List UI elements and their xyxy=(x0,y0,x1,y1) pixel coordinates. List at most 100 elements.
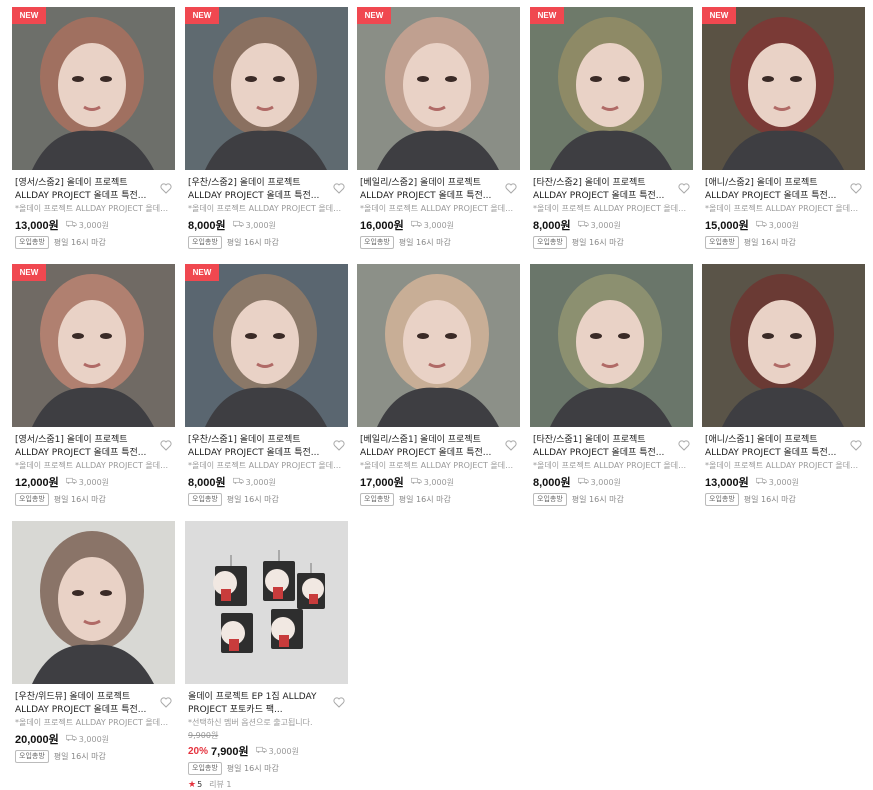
product-info: [애니/스줌2] 올데이 프로젝트 ALLDAY PROJECT 올데프 특전.… xyxy=(702,170,865,249)
truck-icon xyxy=(255,746,269,756)
truck-icon xyxy=(232,220,246,230)
product-description: *올데이 프로젝트 ALLDAY PROJECT 올데프 특전 xyxy=(360,204,518,213)
product-card[interactable]: [우찬/위드뮤] 올데이 프로젝트 ALLDAY PROJECT 올데프 특전.… xyxy=(12,521,175,763)
heart-outline-icon[interactable] xyxy=(678,179,690,194)
heart-outline-icon[interactable] xyxy=(850,179,862,194)
tag-row: 오입총방 평일 16시 마감 xyxy=(705,493,865,506)
product-title[interactable]: [우찬/스줌1] 올데이 프로젝트 ALLDAY PROJECT 올데프 특전.… xyxy=(188,434,348,460)
product-card[interactable]: [타잔/스줌1] 올데이 프로젝트 ALLDAY PROJECT 올데프 특전.… xyxy=(530,264,693,506)
price-row: 8,000원 3,000원 xyxy=(533,217,693,233)
truck-icon xyxy=(577,477,591,487)
discount-rate: 20% xyxy=(188,745,209,757)
product-thumbnail[interactable]: NEW xyxy=(702,7,865,170)
heart-outline-icon[interactable] xyxy=(505,179,517,194)
product-title[interactable]: [애니/스줌2] 올데이 프로젝트 ALLDAY PROJECT 올데프 특전.… xyxy=(705,177,865,203)
product-card[interactable]: [베일리/스줌1] 올데이 프로젝트 ALLDAY PROJECT 올데프 특전… xyxy=(357,264,520,506)
product-thumbnail[interactable] xyxy=(357,264,520,427)
product-card[interactable]: NEW [베일리/스줌2] 올데이 프로젝트 ALLDAY PROJECT 올데프… xyxy=(357,7,520,249)
product-price: 7,900원 xyxy=(211,746,249,758)
shipping-deadline: 평일 16시 마감 xyxy=(53,752,106,761)
product-title[interactable]: [우찬/스줌2] 올데이 프로젝트 ALLDAY PROJECT 올데프 특전.… xyxy=(188,177,348,203)
shipping-fee: 3,000원 xyxy=(577,220,621,231)
product-card[interactable]: NEW [영서/스줌2] 올데이 프로젝트 ALLDAY PROJECT 올데프 … xyxy=(12,7,175,249)
price-row: 17,000원 3,000원 xyxy=(360,474,520,490)
shipping-fee: 3,000원 xyxy=(232,477,276,488)
product-price: 16,000원 xyxy=(360,220,404,232)
product-card[interactable]: NEW [우찬/스줌1] 올데이 프로젝트 ALLDAY PROJECT 올데프 … xyxy=(185,264,348,506)
delivery-tag: 오입총방 xyxy=(188,762,222,775)
delivery-tag: 오입총방 xyxy=(188,236,222,249)
heart-outline-icon[interactable] xyxy=(333,436,345,451)
product-price: 20,000원 xyxy=(15,734,59,746)
product-thumbnail[interactable]: NEW xyxy=(12,7,175,170)
product-title[interactable]: [영서/스줌2] 올데이 프로젝트 ALLDAY PROJECT 올데프 특전.… xyxy=(15,177,175,203)
product-image xyxy=(357,7,520,170)
product-title[interactable]: [타잔/스줌1] 올데이 프로젝트 ALLDAY PROJECT 올데프 특전.… xyxy=(533,434,693,460)
delivery-tag: 오입총방 xyxy=(360,236,394,249)
shipping-fee: 3,000원 xyxy=(255,746,299,757)
product-thumbnail[interactable]: NEW xyxy=(357,7,520,170)
product-card[interactable]: NEW [애니/스줌2] 올데이 프로젝트 ALLDAY PROJECT 올데프 … xyxy=(702,7,865,249)
product-card[interactable]: NEW [타잔/스줌2] 올데이 프로젝트 ALLDAY PROJECT 올데프 … xyxy=(530,7,693,249)
heart-outline-icon[interactable] xyxy=(160,693,172,708)
review-count[interactable]: 리뷰 1 xyxy=(209,779,231,790)
product-title[interactable]: [베일리/스줌2] 올데이 프로젝트 ALLDAY PROJECT 올데프 특전… xyxy=(360,177,520,203)
heart-outline-icon[interactable] xyxy=(333,179,345,194)
product-title[interactable]: 올데이 프로젝트 EP 1집 ALLDAY PROJECT 포토카드 팩... xyxy=(188,691,348,717)
product-thumbnail[interactable]: NEW xyxy=(12,264,175,427)
shipping-fee-value: 3,000원 xyxy=(78,220,110,230)
shipping-fee: 3,000원 xyxy=(577,477,621,488)
tag-row: 오입총방 평일 16시 마감 xyxy=(188,236,348,249)
product-price: 13,000원 xyxy=(15,220,59,232)
product-card[interactable]: [애니/스줌1] 올데이 프로젝트 ALLDAY PROJECT 올데프 특전.… xyxy=(702,264,865,506)
product-thumbnail[interactable] xyxy=(702,264,865,427)
product-title[interactable]: [베일리/스줌1] 올데이 프로젝트 ALLDAY PROJECT 올데프 특전… xyxy=(360,434,520,460)
product-title[interactable]: [영서/스줌1] 올데이 프로젝트 ALLDAY PROJECT 올데프 특전.… xyxy=(15,434,175,460)
product-thumbnail[interactable]: NEW xyxy=(185,264,348,427)
heart-outline-icon[interactable] xyxy=(333,693,345,708)
product-thumbnail[interactable]: NEW xyxy=(185,7,348,170)
product-thumbnail[interactable] xyxy=(185,521,348,684)
product-info: [우찬/위드뮤] 올데이 프로젝트 ALLDAY PROJECT 올데프 특전.… xyxy=(12,684,175,763)
product-info: [우찬/스줌1] 올데이 프로젝트 ALLDAY PROJECT 올데프 특전.… xyxy=(185,427,348,506)
heart-outline-icon[interactable] xyxy=(505,436,517,451)
product-price: 8,000원 xyxy=(188,477,226,489)
heart-outline-icon[interactable] xyxy=(678,436,690,451)
tag-row: 오입총방 평일 16시 마감 xyxy=(705,236,865,249)
product-description: *올데이 프로젝트 ALLDAY PROJECT 올데프 특전 xyxy=(533,204,691,213)
delivery-tag: 오입총방 xyxy=(533,236,567,249)
tag-row: 오입총방 평일 16시 마감 xyxy=(188,493,348,506)
product-card[interactable]: NEW [우찬/스줌2] 올데이 프로젝트 ALLDAY PROJECT 올데프 … xyxy=(185,7,348,249)
shipping-fee-value: 3,000원 xyxy=(423,477,455,487)
tag-row: 오입총방 평일 16시 마감 xyxy=(15,493,175,506)
truck-icon xyxy=(65,734,79,744)
product-thumbnail[interactable] xyxy=(530,264,693,427)
price-row: 13,000원 3,000원 xyxy=(705,474,865,490)
shipping-deadline: 평일 16시 마감 xyxy=(53,495,106,504)
heart-outline-icon[interactable] xyxy=(160,179,172,194)
heart-outline-icon[interactable] xyxy=(850,436,862,451)
product-description: *선택하신 멤버 옵션으로 출고됩니다. xyxy=(188,718,313,727)
product-image xyxy=(530,7,693,170)
product-card[interactable]: 올데이 프로젝트 EP 1집 ALLDAY PROJECT 포토카드 팩... *… xyxy=(185,521,348,790)
delivery-tag: 오입총방 xyxy=(705,236,739,249)
tag-row: 오입총방 평일 16시 마감 xyxy=(15,236,175,249)
shipping-deadline: 평일 16시 마감 xyxy=(743,495,796,504)
product-description: *올데이 프로젝트 ALLDAY PROJECT 올데프 특전 xyxy=(15,461,173,470)
shipping-deadline: 평일 16시 마감 xyxy=(571,238,624,247)
product-card[interactable]: NEW [영서/스줌1] 올데이 프로젝트 ALLDAY PROJECT 올데프 … xyxy=(12,264,175,506)
product-thumbnail[interactable]: NEW xyxy=(530,7,693,170)
product-thumbnail[interactable] xyxy=(12,521,175,684)
product-title[interactable]: [애니/스줌1] 올데이 프로젝트 ALLDAY PROJECT 올데프 특전.… xyxy=(705,434,865,460)
truck-icon xyxy=(65,477,79,487)
shipping-deadline: 평일 16시 마감 xyxy=(398,495,451,504)
product-title[interactable]: [우찬/위드뮤] 올데이 프로젝트 ALLDAY PROJECT 올데프 특전.… xyxy=(15,691,175,717)
original-price: 9,900원 xyxy=(188,731,219,740)
product-title[interactable]: [타잔/스줌2] 올데이 프로젝트 ALLDAY PROJECT 올데프 특전.… xyxy=(533,177,693,203)
product-image xyxy=(185,264,348,427)
price-row: 8,000원 3,000원 xyxy=(533,474,693,490)
price-row: 8,000원 3,000원 xyxy=(188,217,348,233)
heart-outline-icon[interactable] xyxy=(160,436,172,451)
product-price: 8,000원 xyxy=(188,220,226,232)
shipping-fee-value: 3,000원 xyxy=(768,220,800,230)
